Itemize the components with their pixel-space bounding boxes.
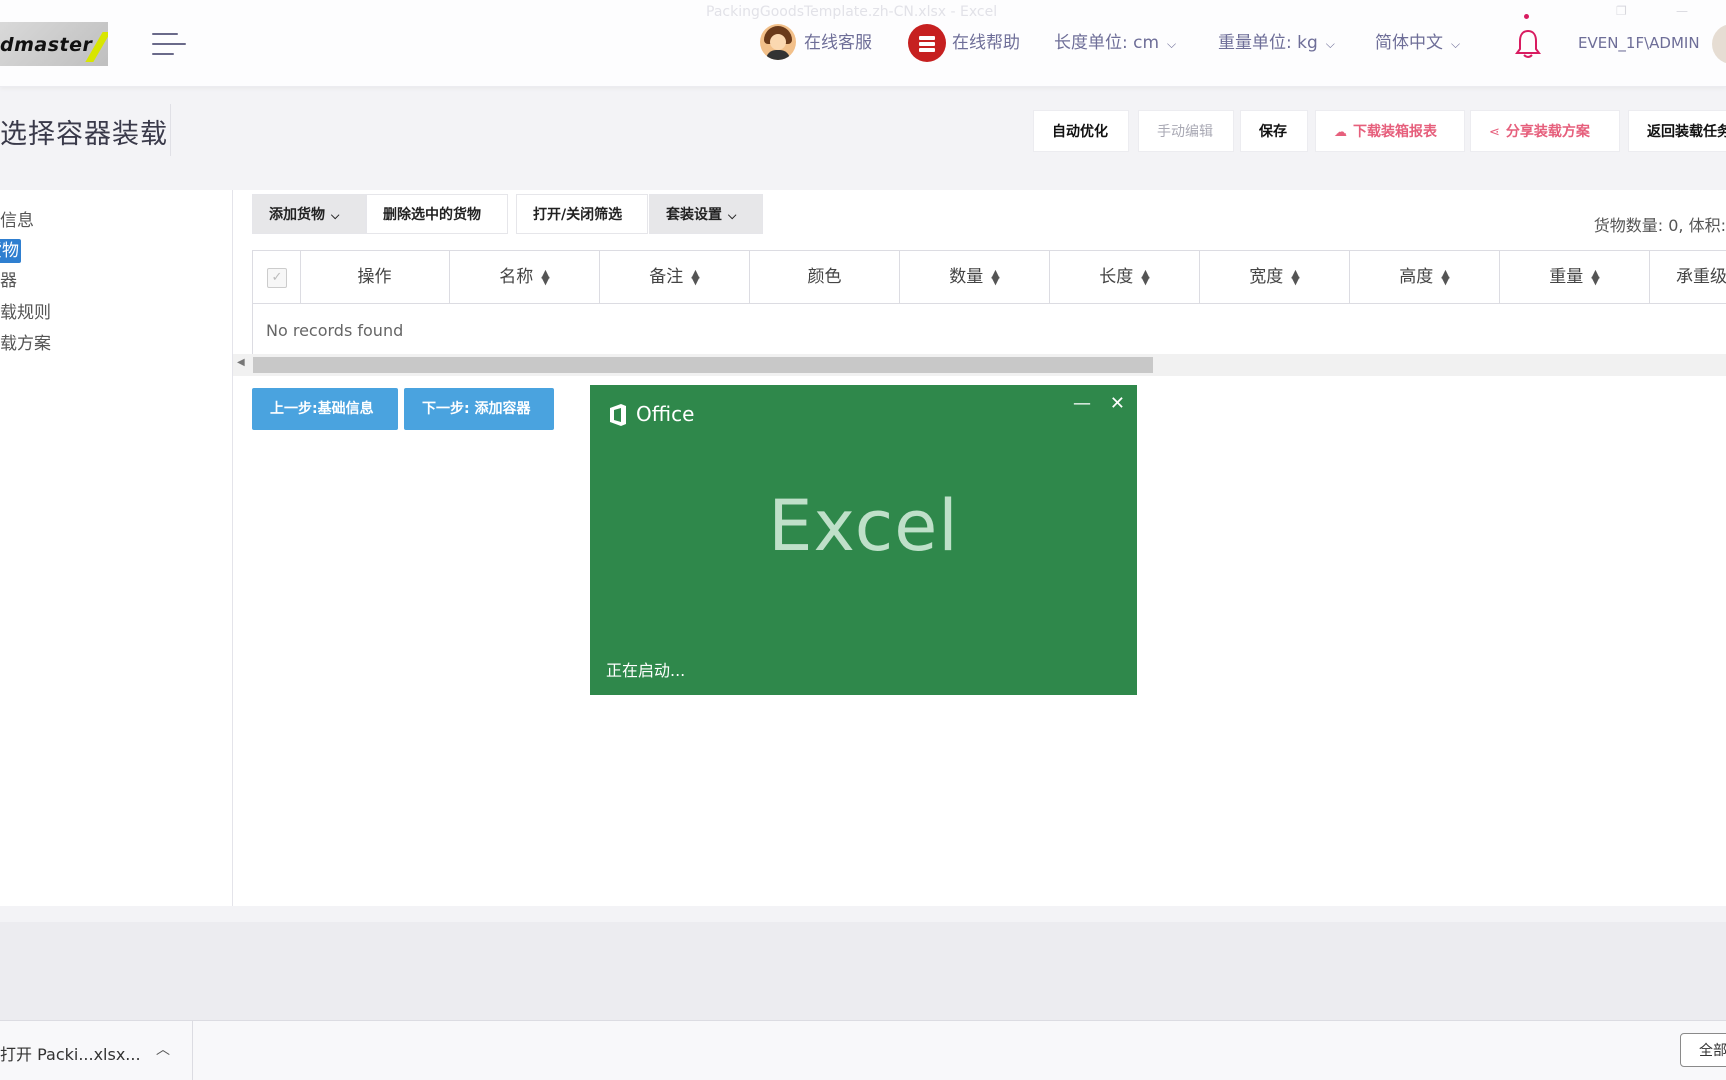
user-avatar[interactable]: [1712, 24, 1726, 64]
goods-table: ✓ 操作 名称 ▲ ▼ 备注 ▲ ▼ 颜色 数量 ▲ ▼ 长度 ▲ ▼ 宽度 ▲ ▼ 高度 ▲ ▼ 重量…: [252, 250, 1726, 356]
sidebar-item-goods[interactable]: 货物: [0, 236, 21, 263]
app-header: PackingGoodsTemplate.zh-CN.xlsx - Excel …: [0, 0, 1726, 87]
select-all-checkbox[interactable]: ✓: [267, 268, 287, 288]
kit-settings-label: 套装设置: [666, 207, 722, 223]
add-goods-dropdown[interactable]: 添加货物 ⌵: [252, 194, 366, 234]
column-header-remark[interactable]: 备注 ▲ ▼: [600, 251, 750, 303]
sort-icon: ▲ ▼: [1441, 267, 1450, 287]
column-header-label: 数量: [949, 267, 984, 287]
select-all-cell: ✓: [253, 251, 301, 303]
column-header-length[interactable]: 长度 ▲ ▼: [1050, 251, 1200, 303]
wizard-sidebar: 基础信息 货物 容器 装载规则 装载方案: [0, 190, 233, 906]
weight-unit-label: 重量单位: kg: [1218, 33, 1318, 53]
empty-table-message: No records found: [266, 321, 404, 340]
chevron-down-icon: ⌵: [1167, 37, 1177, 51]
sidebar-item-label: 货物: [0, 239, 21, 263]
toggle-filter-button[interactable]: 打开/关闭筛选: [516, 194, 648, 234]
window-restore-icon[interactable]: ❐: [1616, 4, 1627, 18]
splash-app-name: Excel: [768, 485, 959, 567]
office-logo-icon: [610, 404, 626, 426]
column-header-width[interactable]: 宽度 ▲ ▼: [1200, 251, 1350, 303]
menu-toggle-icon[interactable]: [152, 33, 186, 57]
chevron-up-icon[interactable]: ︿: [156, 1039, 170, 1059]
length-unit-label: 长度单位: cm: [1054, 33, 1160, 53]
cloud-download-icon: ☁: [1334, 125, 1347, 140]
window-minimize-icon[interactable]: —: [1676, 4, 1688, 18]
minimize-icon[interactable]: —: [1073, 393, 1091, 414]
logo-text: dmaster: [0, 34, 93, 56]
kit-settings-dropdown[interactable]: 套装设置 ⌵: [649, 194, 763, 234]
add-goods-label: 添加货物: [269, 207, 325, 223]
column-header-label: 高度: [1399, 267, 1434, 287]
download-bar: 打开 Packi...xlsx... ︿ 全部: [0, 1020, 1726, 1080]
sidebar-item-loading-plan[interactable]: 装载方案: [0, 329, 51, 354]
office-brand-text: Office: [636, 402, 695, 426]
prev-step-button[interactable]: 上一步:基础信息: [252, 388, 398, 430]
download-item[interactable]: 打开 Packi...xlsx... ︿: [0, 1021, 193, 1080]
column-header-label: 宽度: [1249, 267, 1284, 287]
column-header-label: 名称: [499, 267, 534, 287]
length-unit-dropdown[interactable]: 长度单位: cm ⌵: [1054, 28, 1176, 58]
sort-icon: ▲ ▼: [1291, 267, 1300, 287]
online-help-icon[interactable]: [908, 24, 946, 62]
column-header-label: 备注: [649, 267, 684, 287]
language-dropdown[interactable]: 简体中文 ⌵: [1375, 28, 1460, 58]
customer-service-avatar-icon[interactable]: [760, 24, 796, 60]
column-header-label: 长度: [1099, 267, 1134, 287]
language-label: 简体中文: [1375, 33, 1443, 53]
column-header-name[interactable]: 名称 ▲ ▼: [450, 251, 600, 303]
sort-icon: ▲ ▼: [1141, 267, 1150, 287]
manual-edit-button[interactable]: 手动编辑: [1138, 110, 1234, 152]
download-report-button[interactable]: ☁ 下载装箱报表: [1315, 110, 1465, 152]
excel-splash-window: Office — ✕ Excel 正在启动...: [590, 385, 1137, 695]
share-plan-label: 分享装载方案: [1505, 124, 1590, 140]
download-report-label: 下载装箱报表: [1353, 124, 1437, 140]
window-title: PackingGoodsTemplate.zh-CN.xlsx - Excel: [706, 4, 998, 20]
table-header: ✓ 操作 名称 ▲ ▼ 备注 ▲ ▼ 颜色 数量 ▲ ▼ 长度 ▲ ▼ 宽度 ▲ ▼ 高度 ▲ ▼ 重量…: [253, 251, 1726, 304]
splash-status: 正在启动...: [606, 661, 686, 680]
share-icon: ⋖: [1489, 125, 1500, 140]
title-divider: [170, 104, 171, 156]
page-title: 选择容器装载: [0, 119, 168, 150]
column-header-label: 重量: [1549, 267, 1584, 287]
save-button[interactable]: 保存: [1240, 110, 1308, 152]
sort-icon: ▲ ▼: [991, 267, 1000, 287]
column-header-color: 颜色: [750, 251, 900, 303]
column-header-weight[interactable]: 重量 ▲ ▼: [1500, 251, 1650, 303]
goods-summary: 货物数量: 0, 体积:: [1593, 216, 1726, 235]
weight-unit-dropdown[interactable]: 重量单位: kg ⌵: [1218, 28, 1335, 58]
notification-dot: [1524, 14, 1529, 19]
sort-icon: ▲ ▼: [691, 267, 700, 287]
download-item-label: 打开 Packi...xlsx...: [0, 1045, 141, 1064]
user-name[interactable]: EVEN_1F\ADMIN: [1578, 28, 1700, 58]
auto-optimize-button[interactable]: 自动优化: [1033, 110, 1129, 152]
bell-icon[interactable]: [1514, 28, 1542, 60]
online-service-link[interactable]: 在线客服: [804, 28, 872, 58]
chevron-down-icon: ⌵: [331, 209, 340, 222]
share-plan-button[interactable]: ⋖ 分享装载方案: [1470, 110, 1620, 152]
column-header-quantity[interactable]: 数量 ▲ ▼: [900, 251, 1050, 303]
page-footer-area: [0, 922, 1726, 1020]
sort-icon: ▲ ▼: [541, 267, 550, 287]
chevron-down-icon: ⌵: [1451, 37, 1461, 51]
chevron-down-icon: ⌵: [728, 209, 737, 222]
scroll-left-icon[interactable]: ◀: [237, 357, 245, 368]
online-help-link[interactable]: 在线帮助: [952, 28, 1020, 58]
return-tasks-button[interactable]: 返回装载任务: [1628, 110, 1726, 152]
table-horizontal-scrollbar[interactable]: ◀: [233, 354, 1726, 376]
next-step-button[interactable]: 下一步: 添加容器: [404, 388, 554, 430]
close-icon[interactable]: ✕: [1110, 393, 1125, 414]
chevron-down-icon: ⌵: [1325, 37, 1335, 51]
sort-icon: ▲ ▼: [1591, 267, 1600, 287]
column-header-actions: 操作: [300, 251, 450, 303]
column-header-height[interactable]: 高度 ▲ ▼: [1350, 251, 1500, 303]
app-logo[interactable]: dmaster: [0, 22, 108, 66]
column-header-load-bearing: 承重级: [1676, 267, 1726, 287]
scrollbar-thumb[interactable]: [253, 357, 1153, 373]
delete-selected-button[interactable]: 删除选中的货物: [366, 194, 508, 234]
sidebar-item-loading-rules[interactable]: 装载规则: [0, 298, 51, 323]
sidebar-item-basic-info[interactable]: 基础信息: [0, 206, 34, 231]
show-all-downloads-button[interactable]: 全部: [1680, 1033, 1726, 1067]
sidebar-item-container[interactable]: 容器: [0, 266, 17, 291]
